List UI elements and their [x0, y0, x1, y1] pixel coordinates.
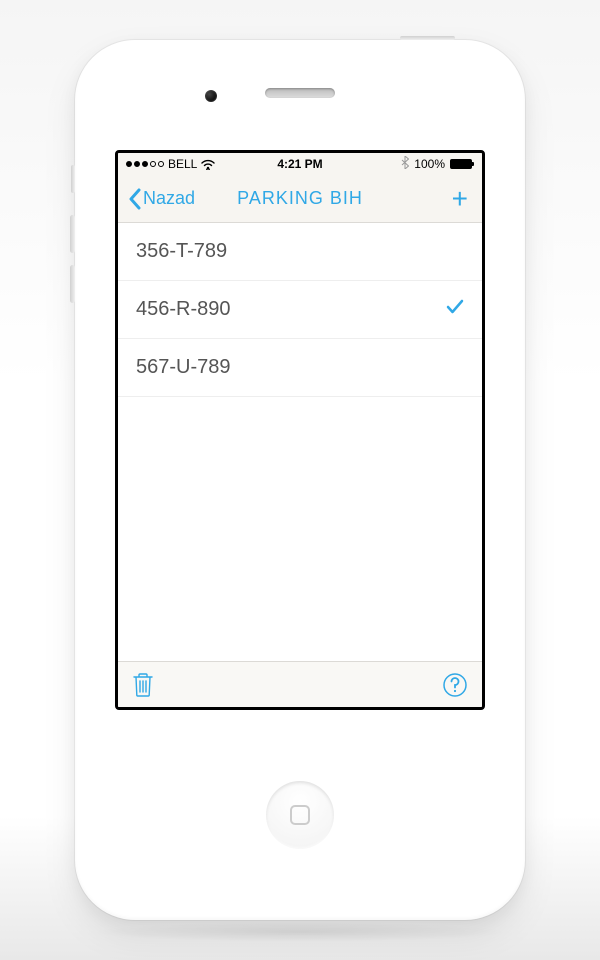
trash-icon — [132, 672, 154, 698]
carrier-label: BELL — [168, 157, 197, 171]
bluetooth-icon — [401, 156, 409, 172]
bottom-toolbar — [118, 661, 482, 707]
volume-up-button — [70, 215, 75, 253]
home-button — [266, 781, 334, 849]
delete-button[interactable] — [132, 672, 154, 698]
phone-device-frame: BELL 4:21 PM 100% — [75, 40, 525, 920]
add-button[interactable]: + — [452, 185, 472, 213]
battery-percentage: 100% — [414, 157, 445, 171]
status-time: 4:21 PM — [277, 157, 322, 171]
list-content[interactable]: 356-T-789 456-R-890 567-U-789 — [118, 223, 482, 661]
plate-label: 456-R-890 — [136, 298, 231, 321]
navigation-bar: Nazad PARKING BIH + — [118, 175, 482, 223]
cellular-signal-icon — [126, 161, 164, 167]
phone-top-bezel — [75, 40, 525, 150]
status-bar: BELL 4:21 PM 100% — [118, 153, 482, 175]
list-item[interactable]: 356-T-789 — [118, 223, 482, 281]
plate-label: 567-U-789 — [136, 356, 231, 379]
front-camera — [205, 90, 217, 102]
chevron-left-icon — [128, 188, 141, 210]
home-button-icon — [290, 805, 310, 825]
phone-screen: BELL 4:21 PM 100% — [115, 150, 485, 710]
wifi-icon — [201, 159, 215, 170]
earpiece-speaker — [265, 88, 335, 98]
back-button[interactable]: Nazad — [128, 188, 195, 210]
checkmark-icon — [446, 298, 464, 321]
help-icon — [442, 672, 468, 698]
page-title: PARKING BIH — [237, 188, 363, 209]
phone-bottom-bezel — [266, 710, 334, 920]
volume-down-button — [70, 265, 75, 303]
plate-label: 356-T-789 — [136, 240, 227, 263]
phone-reflection — [90, 922, 510, 942]
status-right: 100% — [401, 156, 474, 172]
status-left: BELL — [126, 157, 215, 171]
mute-switch — [71, 165, 75, 193]
list-item[interactable]: 567-U-789 — [118, 339, 482, 397]
battery-icon — [450, 159, 474, 169]
help-button[interactable] — [442, 672, 468, 698]
back-label: Nazad — [143, 188, 195, 209]
list-item[interactable]: 456-R-890 — [118, 281, 482, 339]
